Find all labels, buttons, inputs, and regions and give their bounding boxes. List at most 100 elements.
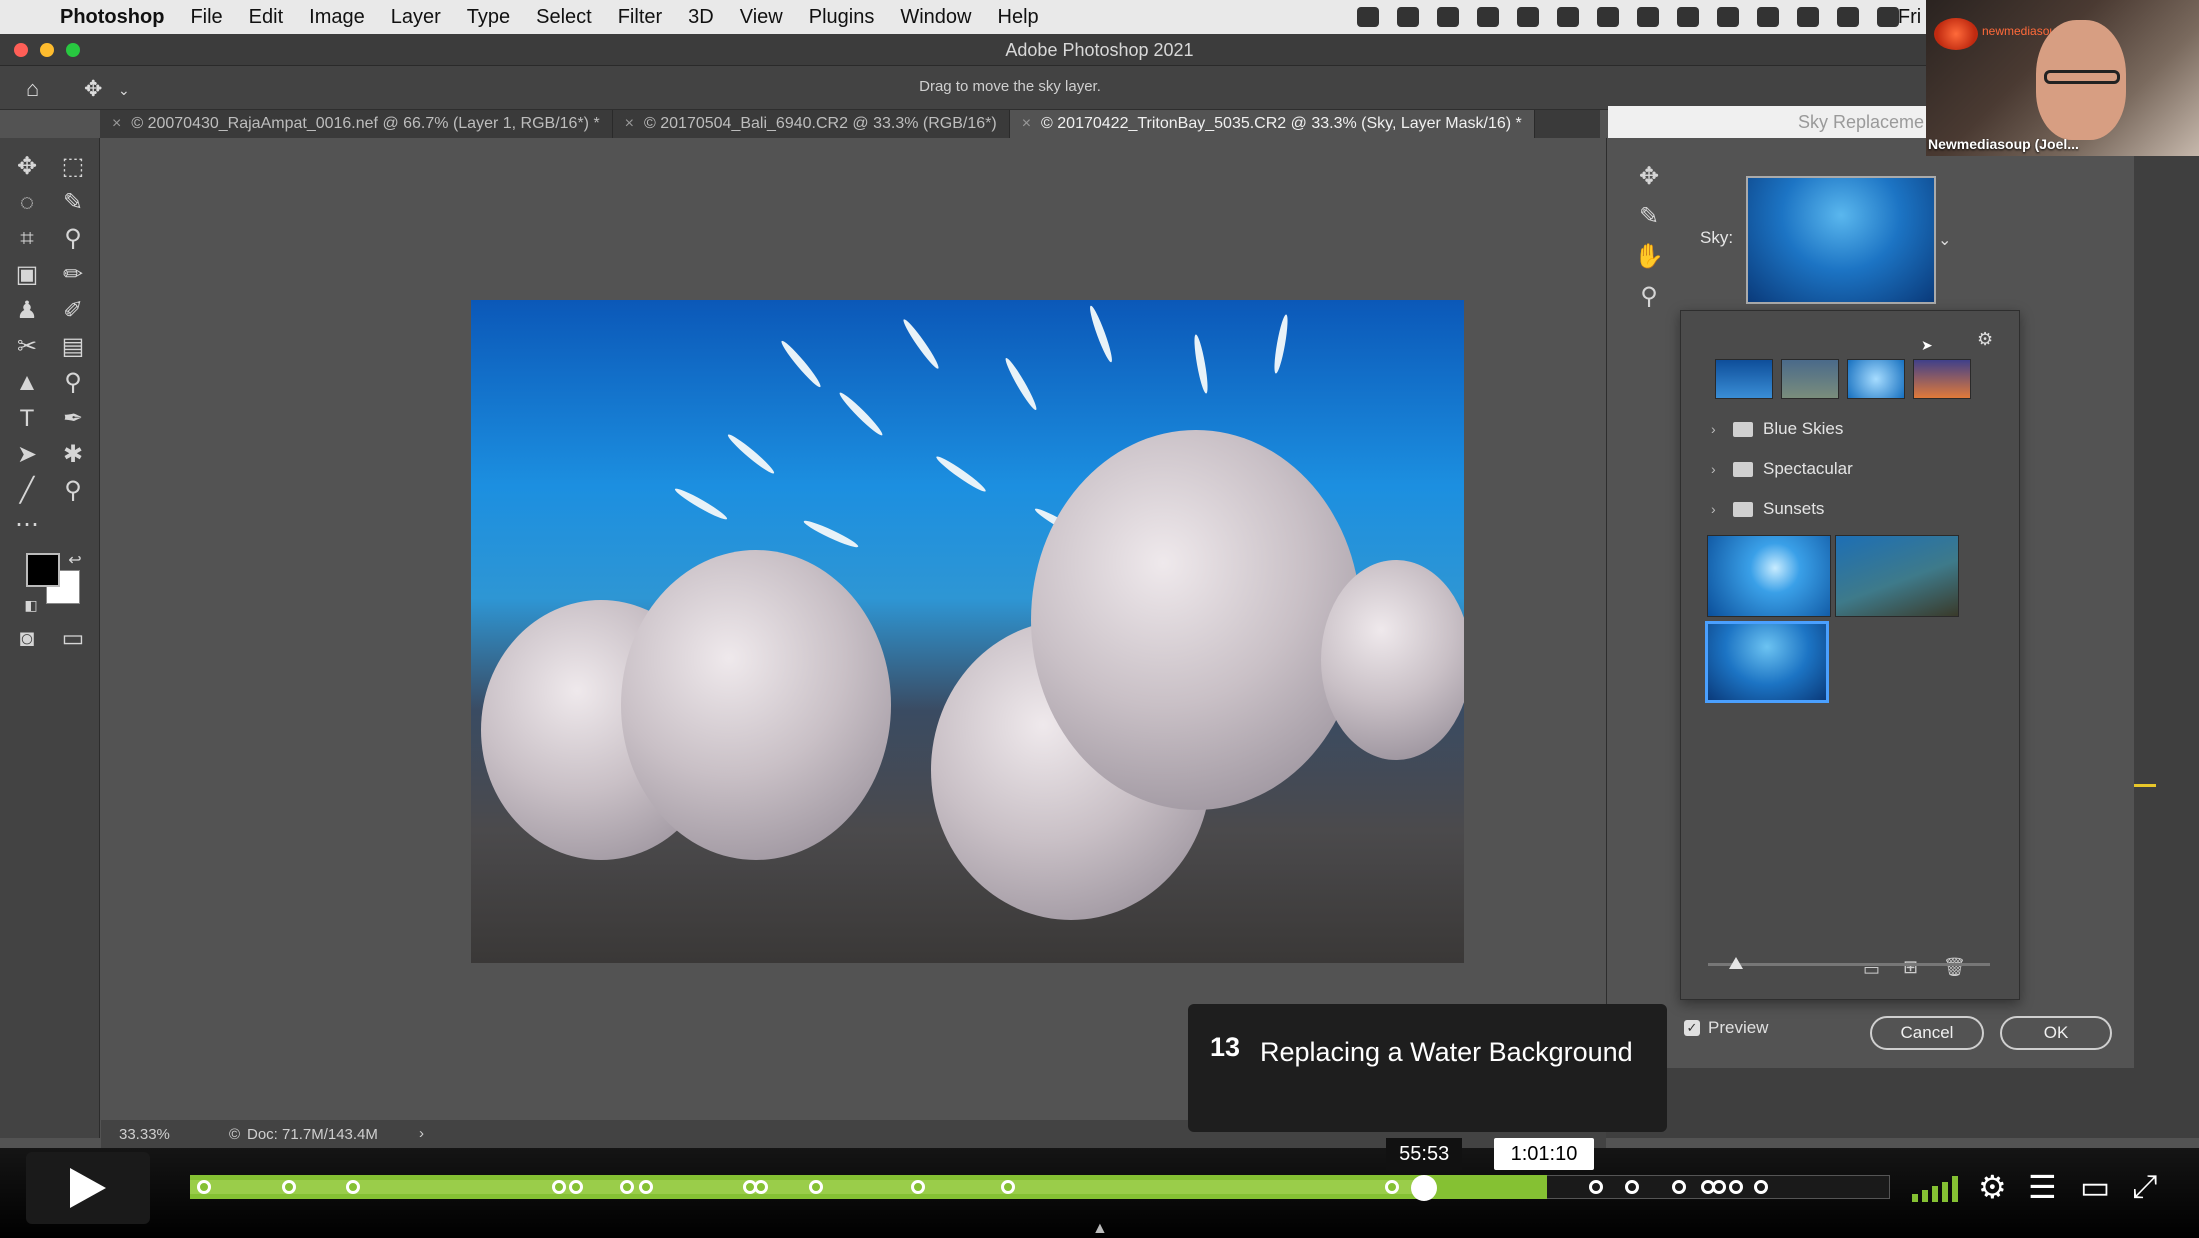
sky-move-tool-icon[interactable]: ✥ — [1634, 162, 1664, 192]
mimestream-icon[interactable] — [1357, 7, 1379, 27]
chevron-up-icon[interactable]: ▲ — [1092, 1220, 1108, 1238]
volume-icon[interactable] — [1912, 1176, 1958, 1202]
recent-sky-thumbnail[interactable] — [1847, 359, 1905, 399]
dropbox-alt-icon[interactable] — [1437, 7, 1459, 27]
chapter-marker[interactable] — [638, 1180, 653, 1194]
zoom-tool-icon[interactable]: ⚲ — [58, 476, 88, 506]
airplay-icon[interactable] — [1757, 7, 1779, 27]
quick-selection-tool-icon[interactable]: ✎ — [58, 188, 88, 218]
line-tool-icon[interactable]: ╱ — [12, 476, 42, 506]
default-colors-icon[interactable]: ◧ — [16, 590, 46, 620]
pen-tool-icon[interactable]: ✒ — [58, 404, 88, 434]
chapter-marker[interactable] — [808, 1180, 823, 1194]
thumbnail-size-slider[interactable] — [1708, 963, 1990, 966]
info-icon[interactable] — [1637, 7, 1659, 27]
menu-file[interactable]: File — [190, 6, 222, 29]
menu-view[interactable]: View — [740, 6, 783, 29]
menu-help[interactable]: Help — [998, 6, 1039, 29]
chapter-marker[interactable] — [910, 1180, 925, 1194]
screenshot-icon[interactable] — [1597, 7, 1619, 27]
menu-3d[interactable]: 3D — [688, 6, 714, 29]
airplay-icon[interactable]: ▭ — [2080, 1168, 2110, 1206]
sky-preset-thumbnail[interactable] — [1746, 176, 1936, 304]
ok-button[interactable]: OK — [2000, 1016, 2112, 1050]
chevron-down-icon[interactable]: ⌄ — [1938, 230, 1951, 250]
foreground-color-swatch[interactable] — [26, 553, 60, 587]
play-icon[interactable] — [70, 1168, 106, 1208]
creative-cloud-icon[interactable] — [1477, 7, 1499, 27]
recent-sky-thumbnail[interactable] — [1913, 359, 1971, 399]
menu-image[interactable]: Image — [309, 6, 365, 29]
underwater-photo[interactable] — [471, 300, 1464, 963]
chevron-right-icon[interactable]: › — [1711, 501, 1723, 517]
brush-tool-icon[interactable]: ✏ — [58, 260, 88, 290]
frame-tool-icon[interactable]: ▣ — [12, 260, 42, 290]
gradient-tool-icon[interactable]: ▤ — [58, 332, 88, 362]
close-tab-icon[interactable]: × — [112, 115, 121, 133]
gear-icon[interactable]: ⚙ — [1978, 1168, 2007, 1206]
close-tab-icon[interactable]: × — [625, 115, 634, 133]
chevron-right-icon[interactable]: › — [1711, 421, 1723, 437]
chapter-marker[interactable] — [1589, 1180, 1604, 1194]
eyedropper-tool-icon[interactable]: ⚲ — [58, 224, 88, 254]
move-tool-icon[interactable]: ✥ — [12, 152, 42, 182]
history-brush-tool-icon[interactable]: ✐ — [58, 296, 88, 326]
sky-thumbnail[interactable] — [1707, 535, 1831, 617]
chapter-marker[interactable] — [1754, 1180, 1768, 1194]
sky-thumbnail-selected[interactable] — [1705, 621, 1829, 703]
zoom-level[interactable]: 33.33% — [119, 1126, 170, 1143]
chevron-right-icon[interactable]: › — [419, 1125, 424, 1142]
dropbox-icon[interactable] — [1397, 7, 1419, 27]
checkmark-icon[interactable]: ✓ — [1684, 1020, 1700, 1036]
crop-tool-icon[interactable]: ⌗ — [12, 224, 42, 254]
shape-tool-icon[interactable]: ✱ — [58, 440, 88, 470]
trash-icon[interactable]: 🗑 — [1943, 957, 1966, 978]
forward-icon[interactable] — [1677, 7, 1699, 27]
menu-filter[interactable]: Filter — [618, 6, 662, 29]
marquee-tool-icon[interactable]: ⬚ — [58, 152, 88, 182]
record-icon[interactable] — [1717, 7, 1739, 27]
tab-bali[interactable]: × © 20170504_Bali_6940.CR2 @ 33.3% (RGB/… — [613, 110, 1010, 138]
quick-mask-icon[interactable]: ◙ — [12, 624, 42, 654]
chapter-marker[interactable] — [1624, 1180, 1639, 1194]
zoom-tool-icon[interactable]: ⚲ — [1634, 282, 1664, 312]
recent-sky-thumbnail[interactable] — [1781, 359, 1839, 399]
close-tab-icon[interactable]: × — [1022, 115, 1031, 133]
dodge-tool-icon[interactable]: ⚲ — [58, 368, 88, 398]
eraser-tool-icon[interactable]: ✂ — [12, 332, 42, 362]
menu-edit[interactable]: Edit — [249, 6, 283, 29]
menu-plugins[interactable]: Plugins — [809, 6, 875, 29]
add-sky-icon[interactable]: ⊞ — [1903, 957, 1918, 978]
tab-rajaampat[interactable]: × © 20070430_RajaAmpat_0016.nef @ 66.7% … — [100, 110, 613, 138]
chapter-marker[interactable] — [1711, 1180, 1726, 1194]
screen-mode-icon[interactable]: ▭ — [58, 624, 88, 654]
folder-sunsets[interactable]: › Sunsets — [1711, 499, 1824, 519]
menu-window[interactable]: Window — [900, 6, 971, 29]
lasso-tool-icon[interactable]: ◌ — [12, 188, 42, 218]
recent-sky-thumbnail[interactable] — [1715, 359, 1773, 399]
chapter-marker[interactable] — [1385, 1180, 1400, 1194]
sky-thumbnail[interactable] — [1835, 535, 1959, 617]
gear-icon[interactable]: ⚙ — [1977, 329, 1993, 350]
chapter-marker[interactable] — [620, 1180, 635, 1194]
menu-type[interactable]: Type — [467, 6, 510, 29]
chapter-marker[interactable] — [1728, 1180, 1743, 1194]
cancel-button[interactable]: Cancel — [1870, 1016, 1984, 1050]
preview-checkbox[interactable]: ✓ Preview — [1684, 1018, 1768, 1038]
stamp-tool-icon[interactable]: ♟ — [12, 296, 42, 326]
scrubber-knob[interactable] — [1411, 1175, 1438, 1201]
path-selection-tool-icon[interactable]: ➤ — [12, 440, 42, 470]
chevron-right-icon[interactable]: › — [1711, 461, 1723, 477]
tab-tritonbay[interactable]: × © 20170422_TritonBay_5035.CR2 @ 33.3% … — [1009, 110, 1535, 138]
wifi-icon[interactable] — [1837, 7, 1859, 27]
sky-brush-tool-icon[interactable]: ✎ — [1634, 202, 1664, 232]
chapter-marker[interactable] — [569, 1180, 584, 1194]
menu-select[interactable]: Select — [536, 6, 592, 29]
folder-spectacular[interactable]: › Spectacular — [1711, 459, 1853, 479]
onepassword-icon[interactable] — [1557, 7, 1579, 27]
bluetooth-icon[interactable] — [1797, 7, 1819, 27]
menu-app-name[interactable]: Photoshop — [60, 6, 164, 29]
volume-icon[interactable] — [1877, 7, 1899, 27]
blur-tool-icon[interactable]: ▲ — [12, 368, 42, 398]
chapters-list-icon[interactable]: ☰ — [2028, 1168, 2057, 1206]
